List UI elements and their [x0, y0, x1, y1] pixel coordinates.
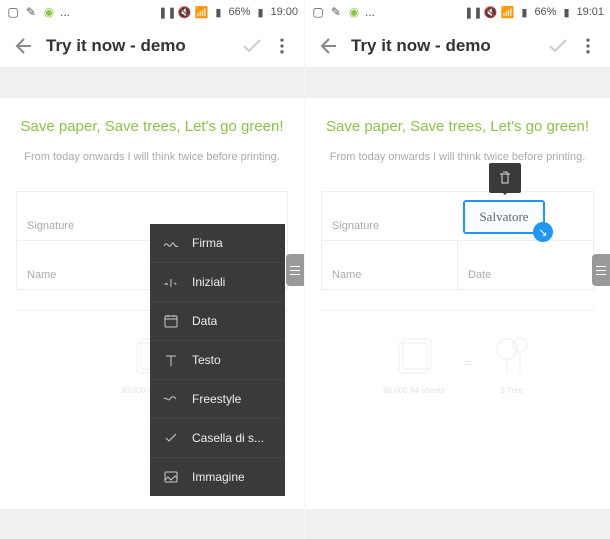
battery-icon: ▮ [559, 5, 573, 19]
subtitle: From today onwards I will think twice be… [16, 151, 288, 163]
resize-handle[interactable]: ↘ [533, 222, 553, 242]
freestyle-icon [162, 390, 180, 408]
right-screen: ▢ ✎ ◉ ... ❚❚ 🔇 📶 ▮ 66% ▮ 19:01 Try it no… [305, 0, 610, 539]
signature-value: Salvatore [479, 209, 528, 225]
confirm-icon[interactable] [240, 34, 264, 58]
menu-label: Immagine [192, 470, 245, 484]
insert-menu: Firma Iniziali Data Testo Freestyle Case… [150, 224, 285, 496]
menu-immagine[interactable]: Immagine [150, 458, 285, 496]
spacer-top [305, 68, 610, 98]
tree-caption: 1 Tree [492, 386, 532, 395]
header: Try it now - demo [0, 24, 304, 68]
text-icon [162, 351, 180, 369]
menu-data[interactable]: Data [150, 302, 285, 341]
status-bar: ▢ ✎ ◉ ... ❚❚ 🔇 📶 ▮ 66% ▮ 19:01 [305, 0, 610, 24]
page-title: Try it now - demo [46, 36, 240, 56]
image-icon [162, 468, 180, 486]
menu-casella[interactable]: Casella di s... [150, 419, 285, 458]
spacer-bottom [0, 509, 304, 539]
status-ellipsis: ... [365, 5, 375, 19]
side-tab[interactable] [592, 254, 610, 286]
subtitle: From today onwards I will think twice be… [321, 151, 594, 163]
more-icon[interactable] [578, 36, 598, 56]
globe-icon: ◉ [42, 5, 56, 19]
paper-stack: 80,000 A4 sheets [383, 331, 445, 395]
signature-widget[interactable]: Salvatore ↘ [463, 200, 545, 234]
back-icon[interactable] [12, 34, 36, 58]
spacer-top [0, 68, 304, 98]
status-time: 19:00 [270, 6, 298, 18]
menu-freestyle[interactable]: Freestyle [150, 380, 285, 419]
battery-percent: 66% [228, 6, 250, 18]
wifi-icon: 📶 [500, 5, 514, 19]
vibrate-icon: ❚❚ [160, 5, 174, 19]
divider [321, 310, 594, 311]
status-bar: ▢ ✎ ◉ ... ❚❚ 🔇 📶 ▮ 66% ▮ 19:00 [0, 0, 304, 24]
menu-testo[interactable]: Testo [150, 341, 285, 380]
tree: 1 Tree [492, 331, 532, 395]
battery-icon: ▮ [253, 5, 267, 19]
pen-icon: ✎ [329, 5, 343, 19]
sheets-caption: 80,000 A4 sheets [383, 386, 445, 395]
header: Try it now - demo [305, 24, 610, 68]
tagline: Save paper, Save trees, Let's go green! [16, 118, 288, 135]
name-label: Name [332, 269, 447, 281]
eco-illustration: 80,000 A4 sheets = 1 Tree [321, 331, 594, 395]
menu-firma[interactable]: Firma [150, 224, 285, 263]
page-title: Try it now - demo [351, 36, 546, 56]
pen-icon: ✎ [24, 5, 38, 19]
wifi-icon: 📶 [194, 5, 208, 19]
mute-icon: 🔇 [177, 5, 191, 19]
trash-icon [497, 170, 513, 186]
menu-label: Freestyle [192, 392, 241, 406]
gallery-icon: ▢ [311, 5, 325, 19]
confirm-icon[interactable] [546, 34, 570, 58]
menu-label: Casella di s... [192, 431, 264, 445]
status-time: 19:01 [576, 6, 604, 18]
checkbox-icon [162, 429, 180, 447]
name-field[interactable]: Name [322, 241, 457, 289]
globe-icon: ◉ [347, 5, 361, 19]
left-screen: ▢ ✎ ◉ ... ❚❚ 🔇 📶 ▮ 66% ▮ 19:00 Try it no… [0, 0, 305, 539]
signal-icon: ▮ [211, 5, 225, 19]
spacer-bottom [305, 509, 610, 539]
initials-icon [162, 273, 180, 291]
calendar-icon [162, 312, 180, 330]
form-box: Signature Name Date [321, 191, 594, 290]
vibrate-icon: ❚❚ [466, 5, 480, 19]
date-field[interactable]: Date [457, 241, 593, 289]
status-ellipsis: ... [60, 5, 70, 19]
menu-label: Testo [192, 353, 221, 367]
side-tab[interactable] [286, 254, 304, 286]
signature-icon [162, 234, 180, 252]
mute-icon: 🔇 [483, 5, 497, 19]
gallery-icon: ▢ [6, 5, 20, 19]
more-icon[interactable] [272, 36, 292, 56]
tagline: Save paper, Save trees, Let's go green! [321, 118, 594, 135]
signal-icon: ▮ [517, 5, 531, 19]
menu-label: Iniziali [192, 275, 225, 289]
equals: = [465, 356, 472, 370]
back-icon[interactable] [317, 34, 341, 58]
delete-button[interactable] [489, 163, 521, 193]
menu-label: Data [192, 314, 217, 328]
menu-label: Firma [192, 236, 223, 250]
document-content: Save paper, Save trees, Let's go green! … [305, 98, 610, 509]
date-label: Date [468, 269, 583, 281]
menu-iniziali[interactable]: Iniziali [150, 263, 285, 302]
battery-percent: 66% [534, 6, 556, 18]
